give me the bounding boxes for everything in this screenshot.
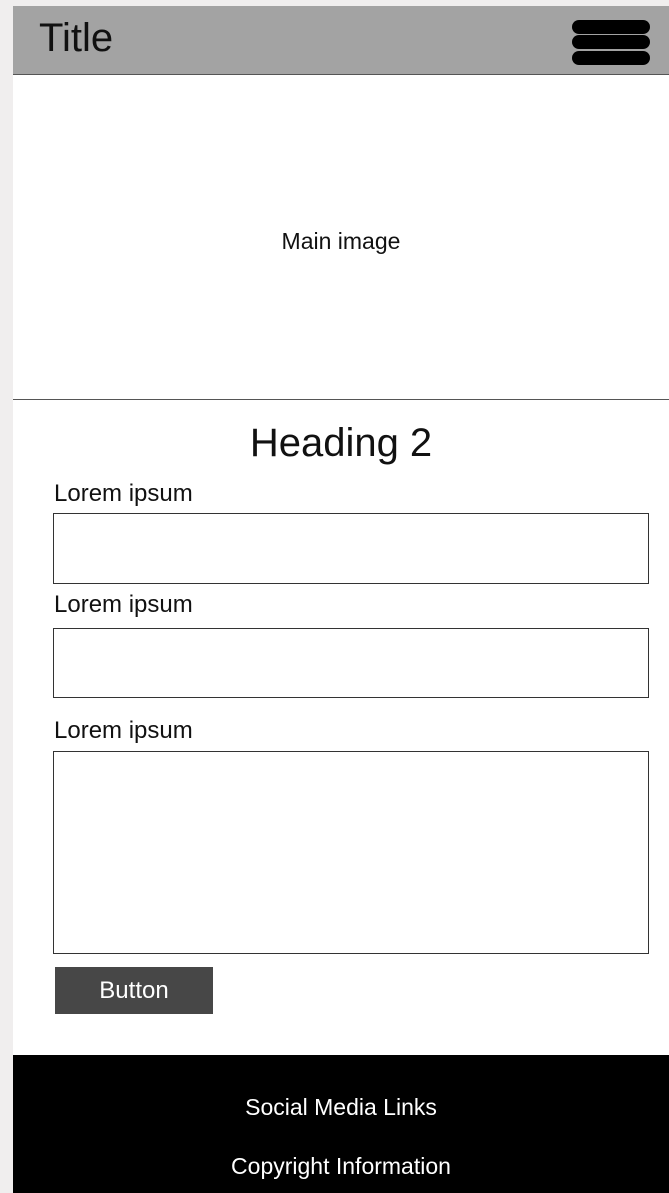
field-1-label: Lorem ipsum [54,480,193,507]
copyright-information: Copyright Information [231,1153,451,1179]
app-header: Title [13,6,669,75]
main-image-label: Main image [281,228,401,254]
submit-button[interactable]: Button [55,967,213,1014]
menu-bar-top [572,20,650,34]
page-footer: Social Media Links Copyright Information [13,1055,669,1193]
field-2-label: Lorem ipsum [54,591,193,618]
menu-bar-middle [572,35,650,49]
main-image-placeholder: Main image [13,75,669,400]
page-title: Title [39,16,114,60]
hamburger-menu-icon[interactable] [570,16,650,66]
text-input-1[interactable] [53,513,649,584]
message-textarea[interactable] [53,751,649,954]
page-frame: Title Main image Heading 2 Lorem ipsum L… [13,6,669,1193]
text-input-2[interactable] [53,628,649,698]
social-media-links[interactable]: Social Media Links [13,1094,669,1121]
menu-bar-bottom [572,51,650,65]
form-heading: Heading 2 [249,421,433,465]
field-3-label: Lorem ipsum [54,717,193,744]
